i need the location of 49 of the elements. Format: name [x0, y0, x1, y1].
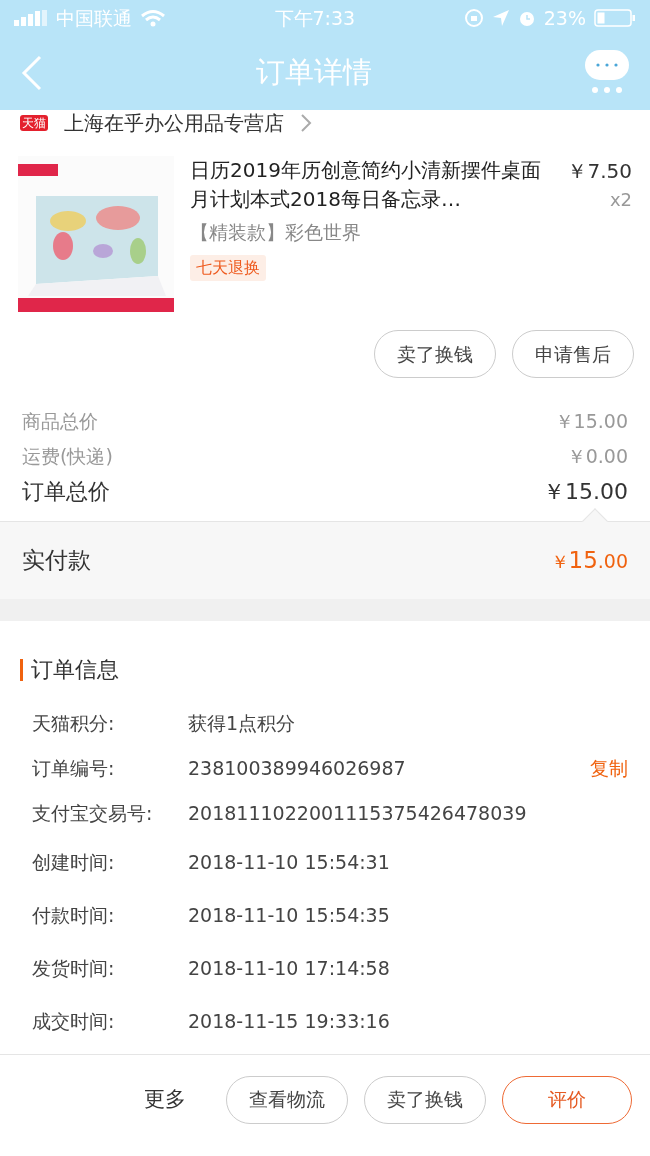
location-icon — [491, 9, 510, 27]
action-button[interactable]: 卖了换钱 — [374, 330, 496, 378]
info-label: 天猫积分: — [32, 710, 116, 736]
page-title: 订单详情 — [256, 55, 372, 90]
paid-label: 实付款 — [22, 546, 91, 576]
info-label: 发货时间: — [32, 956, 116, 982]
price-value: ￥15.00 — [543, 478, 628, 506]
price-label: 运费(快递) — [22, 444, 113, 470]
rotation-lock-icon — [463, 8, 484, 28]
store-badge: 天猫 — [20, 114, 48, 132]
info-label: 支付宝交易号: — [32, 801, 154, 827]
battery-percent: 23% — [543, 5, 586, 31]
info-value: 2018-11-10 15:54:35 — [188, 903, 391, 929]
paid-amount: ￥15.00 — [550, 546, 628, 576]
battery-icon — [594, 9, 636, 27]
price-value: ￥15.00 — [554, 409, 628, 435]
action-button[interactable]: 查看物流 — [226, 1075, 348, 1124]
info-value: 2018-11-10 15:54:31 — [188, 850, 391, 876]
more-icon[interactable] — [584, 50, 630, 96]
signal-icon — [14, 10, 48, 26]
price-label: 订单总价 — [22, 478, 110, 506]
status-time: 下午7:33 — [273, 5, 357, 31]
info-value: 2018-11-10 17:14:58 — [188, 956, 391, 982]
info-label: 付款时间: — [32, 903, 116, 929]
wifi-icon — [140, 9, 166, 27]
info-label: 订单编号: — [32, 756, 116, 782]
chevron-right-icon[interactable] — [300, 113, 312, 133]
action-button[interactable]: 申请售后 — [512, 330, 634, 378]
section-title: 订单信息 — [31, 656, 119, 684]
action-button[interactable]: 评价 — [502, 1075, 632, 1124]
carrier-name: 中国联通 — [56, 5, 132, 31]
info-value: 238100389946026987 — [188, 756, 407, 782]
info-value: 2018111022001115375426478039 — [188, 801, 528, 827]
action-button[interactable]: 卖了换钱 — [364, 1075, 486, 1124]
price-value: ￥0.00 — [566, 444, 628, 470]
back-icon[interactable] — [20, 55, 44, 91]
store-name[interactable]: 上海在乎办公用品专营店 — [64, 108, 284, 138]
return-policy-tag: 七天退换 — [190, 254, 266, 281]
info-label: 创建时间: — [32, 850, 116, 876]
product-title[interactable]: 日历2019年历创意简约小清新摆件桌面月计划本式2018每日备忘录… — [190, 156, 552, 214]
alarm-icon — [517, 9, 536, 27]
product-price: ￥7.50 — [567, 158, 632, 185]
info-label: 成交时间: — [32, 1009, 116, 1035]
price-label: 商品总价 — [22, 409, 98, 435]
product-variant: 【精装款】彩色世界 — [190, 220, 361, 245]
info-value: 2018-11-15 19:33:16 — [188, 1009, 391, 1035]
more-link[interactable]: 更多 — [144, 1083, 186, 1116]
info-value: 获得1点积分 — [188, 710, 297, 736]
product-quantity: x2 — [609, 188, 632, 212]
